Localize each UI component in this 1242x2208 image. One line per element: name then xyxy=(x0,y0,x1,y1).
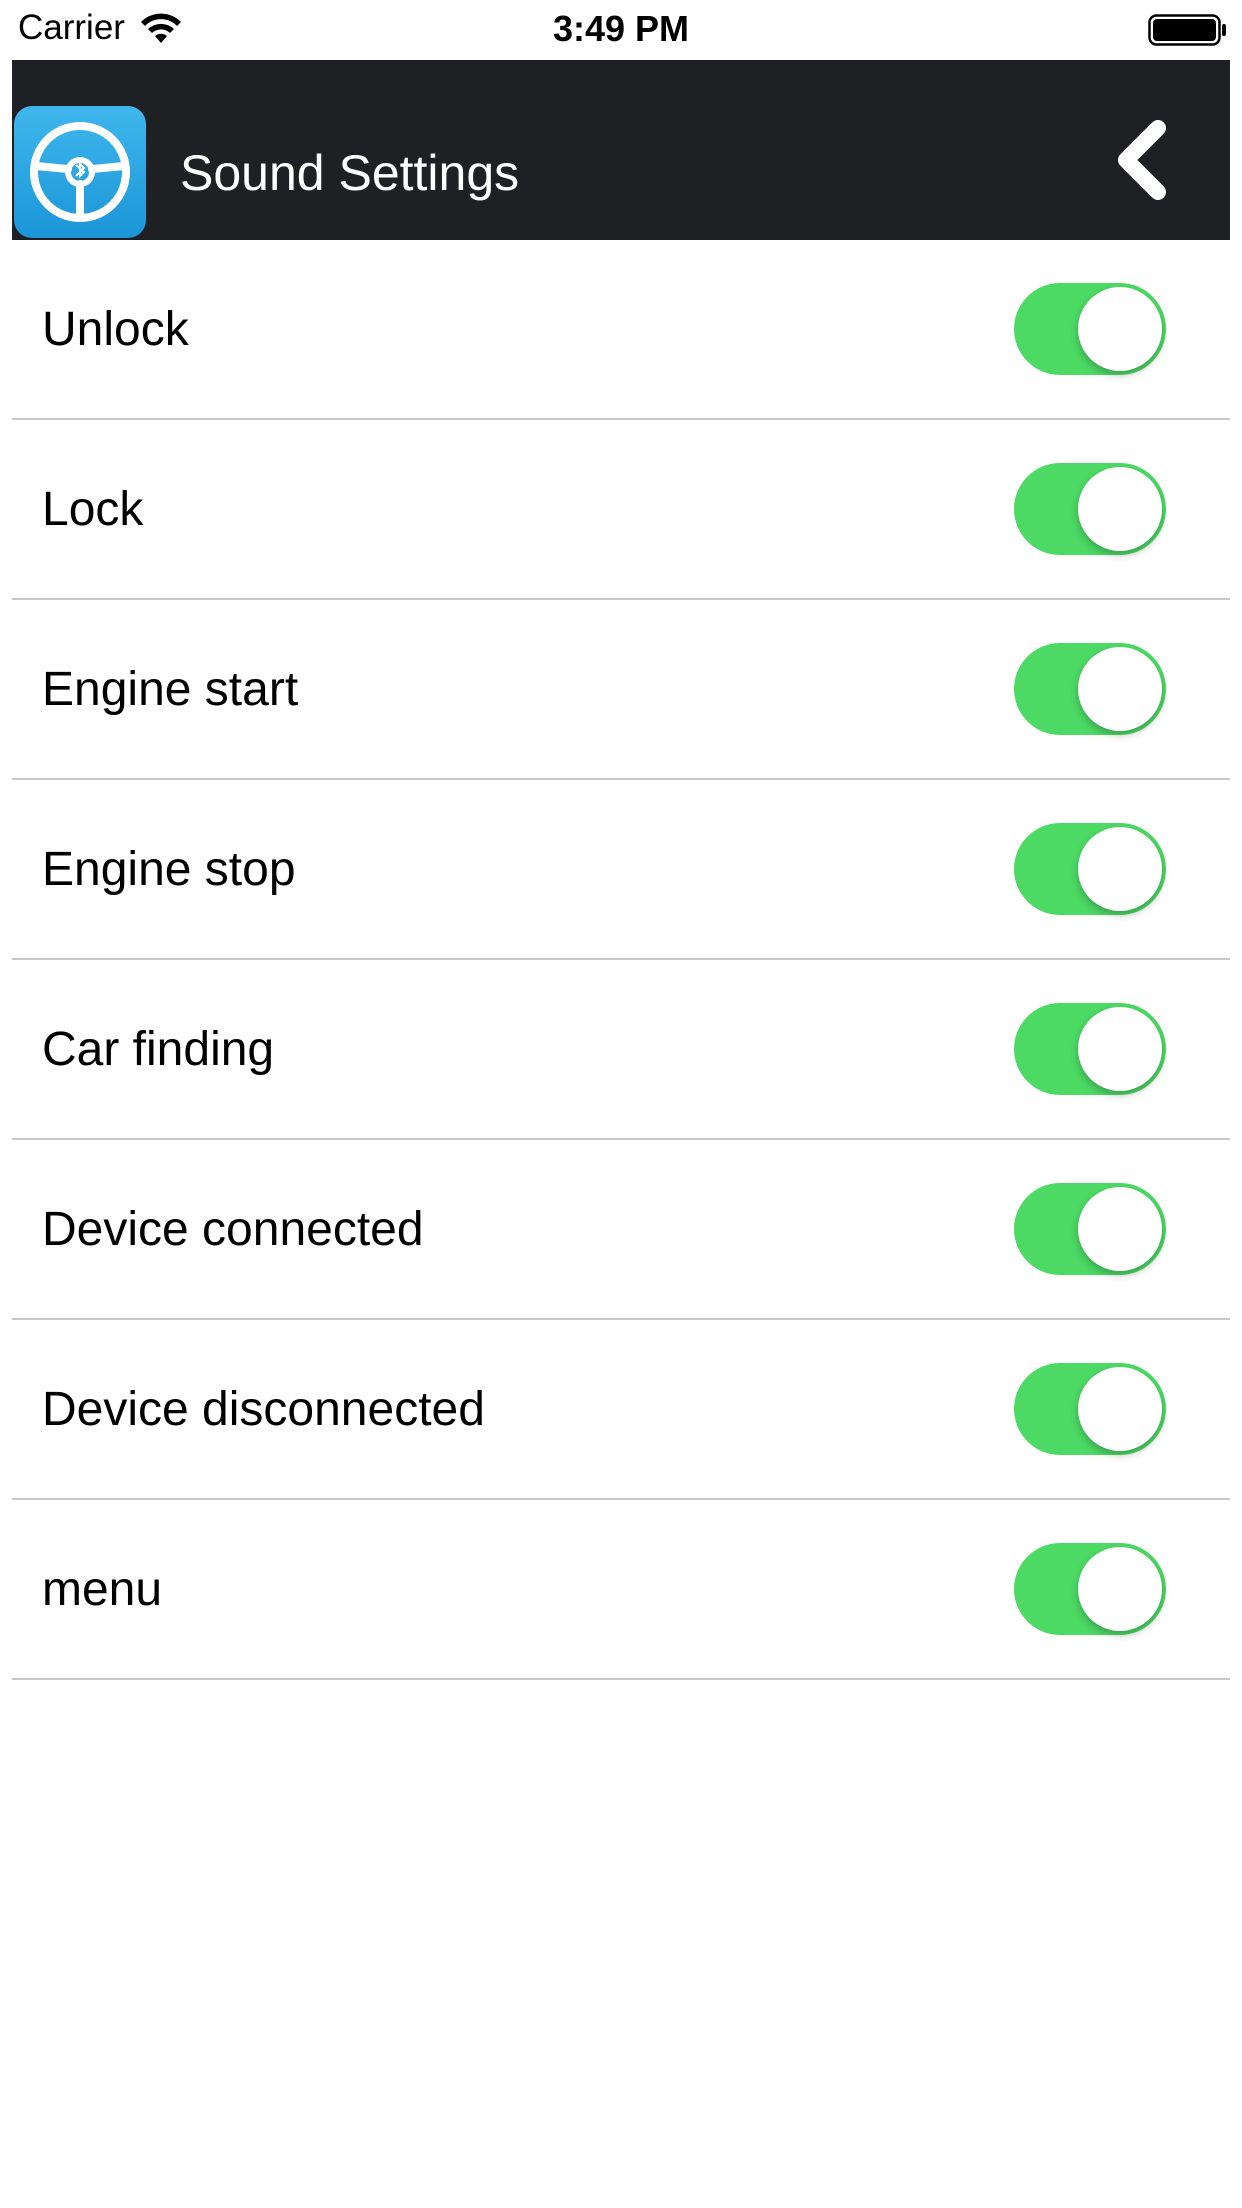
toggle-knob xyxy=(1078,1007,1162,1091)
steering-wheel-bluetooth-icon xyxy=(14,106,146,238)
lock-toggle[interactable] xyxy=(1014,463,1166,555)
setting-row-engine-stop: Engine stop xyxy=(12,780,1230,960)
engine-stop-toggle[interactable] xyxy=(1014,823,1166,915)
setting-label: Lock xyxy=(42,482,144,536)
toggle-knob xyxy=(1078,287,1162,371)
setting-label: Engine start xyxy=(42,662,299,716)
car-finding-toggle[interactable] xyxy=(1014,1003,1166,1095)
toggle-knob xyxy=(1078,467,1162,551)
setting-label: Unlock xyxy=(42,302,189,356)
setting-label: Device disconnected xyxy=(42,1382,485,1436)
setting-row-car-finding: Car finding xyxy=(12,960,1230,1140)
device-connected-toggle[interactable] xyxy=(1014,1183,1166,1275)
device-disconnected-toggle[interactable] xyxy=(1014,1363,1166,1455)
setting-row-menu: menu xyxy=(12,1500,1230,1680)
toggle-knob xyxy=(1078,1547,1162,1631)
setting-row-unlock: Unlock xyxy=(12,240,1230,420)
toggle-knob xyxy=(1078,827,1162,911)
setting-label: Engine stop xyxy=(42,842,296,896)
toggle-knob xyxy=(1078,1187,1162,1271)
unlock-toggle[interactable] xyxy=(1014,283,1166,375)
setting-row-device-connected: Device connected xyxy=(12,1140,1230,1320)
status-bar: Carrier 3:49 PM xyxy=(0,0,1242,60)
toggle-knob xyxy=(1078,1367,1162,1451)
setting-row-device-disconnected: Device disconnected xyxy=(12,1320,1230,1500)
toggle-knob xyxy=(1078,647,1162,731)
engine-start-toggle[interactable] xyxy=(1014,643,1166,735)
setting-row-engine-start: Engine start xyxy=(12,600,1230,780)
nav-bar: Sound Settings xyxy=(12,60,1230,240)
battery-icon xyxy=(1148,14,1226,46)
status-time: 3:49 PM xyxy=(552,8,690,49)
setting-row-lock: Lock xyxy=(12,420,1230,600)
setting-label: menu xyxy=(42,1562,163,1616)
screen: Carrier 3:49 PM Sound Settings Unlock Lo… xyxy=(0,0,1242,2208)
setting-label: Car finding xyxy=(42,1022,275,1076)
menu-toggle[interactable] xyxy=(1014,1543,1166,1635)
back-button[interactable] xyxy=(1102,110,1182,210)
page-title: Sound Settings xyxy=(180,145,520,201)
chevron-left-icon xyxy=(1118,120,1166,200)
setting-label: Device connected xyxy=(42,1202,424,1256)
sound-settings-list: Unlock Lock Engine start Engine stop Car… xyxy=(12,240,1230,1680)
